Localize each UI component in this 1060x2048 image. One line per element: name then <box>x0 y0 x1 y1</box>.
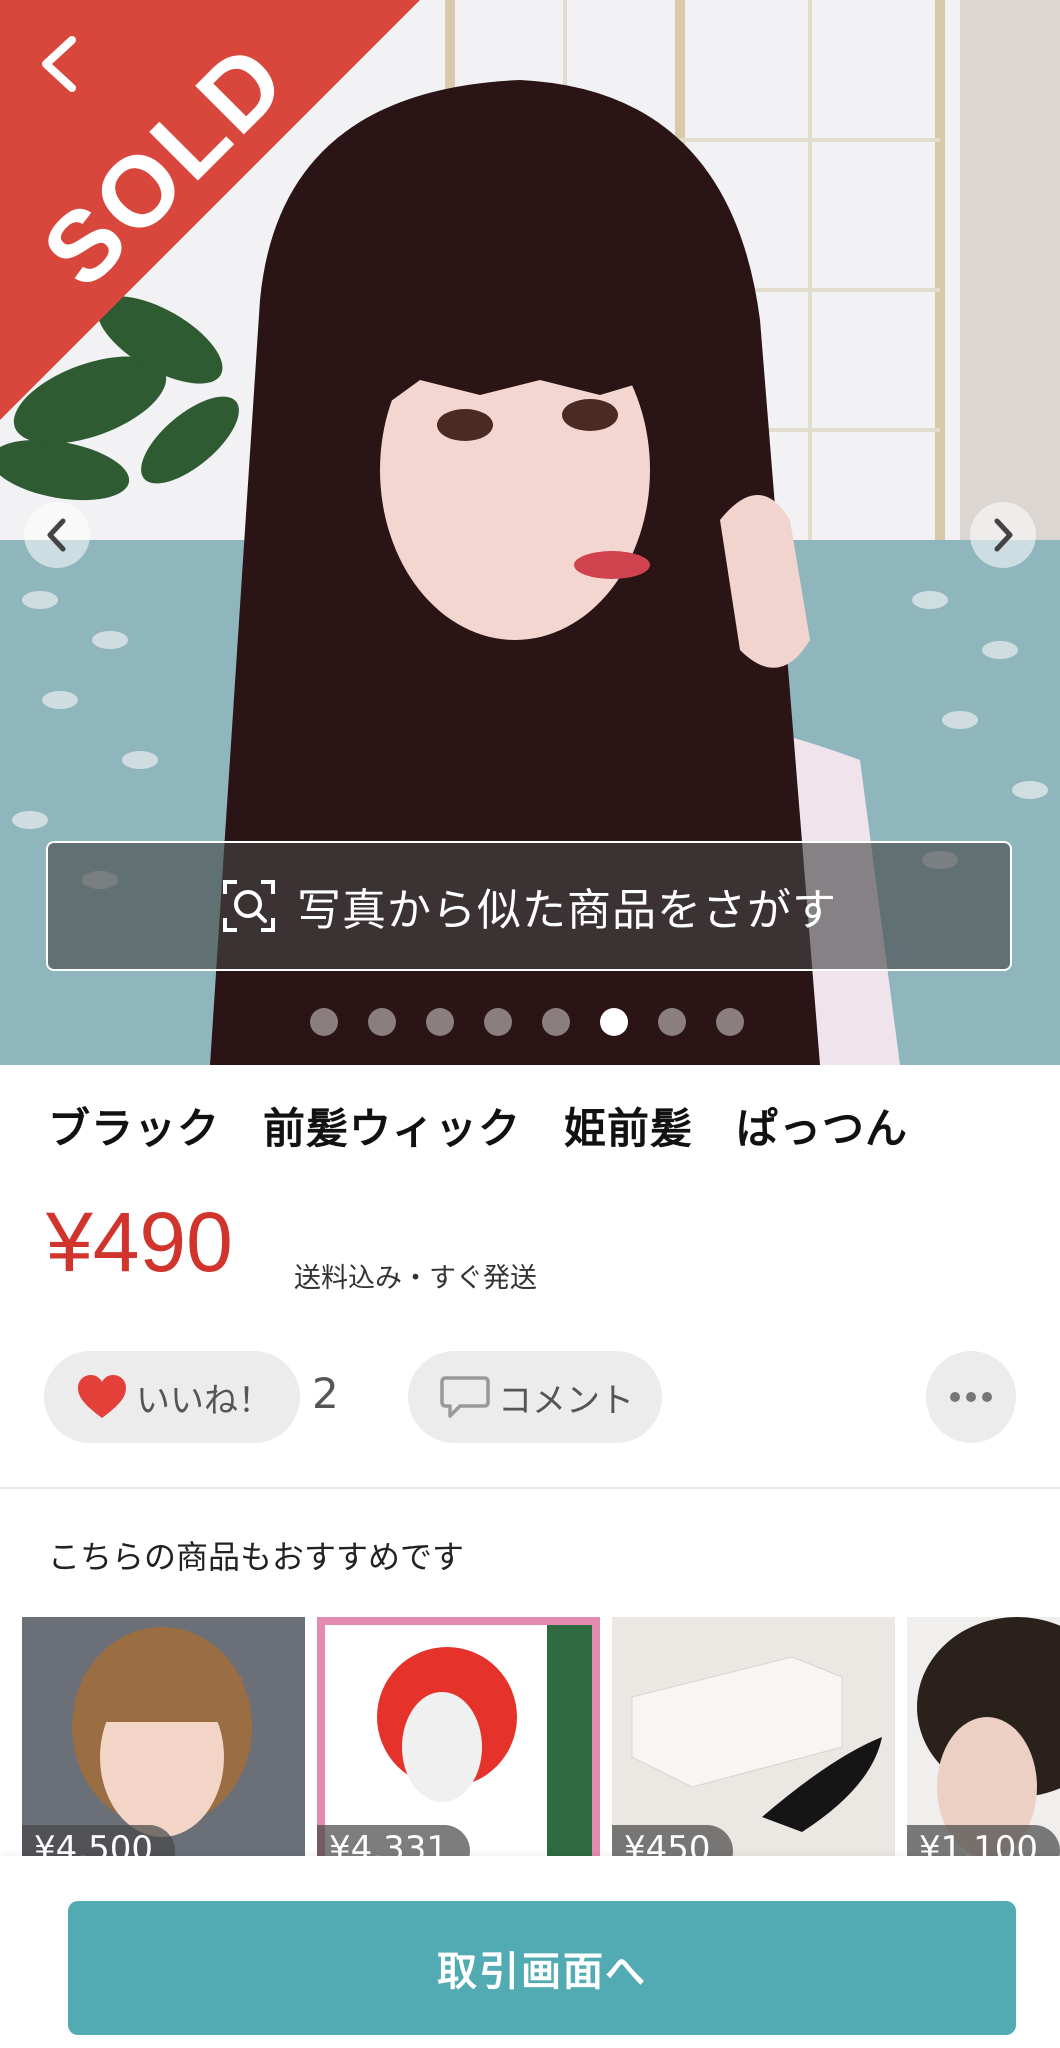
shipping-note: 送料込み・すぐ発送 <box>294 1263 537 1294</box>
carousel-dot[interactable] <box>368 1008 396 1036</box>
recommend-heading: こちらの商品もおすすめです <box>48 1538 465 1576</box>
carousel-prev-button[interactable] <box>24 502 90 568</box>
product-price: ¥490 <box>46 1195 233 1289</box>
carousel-dot[interactable] <box>426 1008 454 1036</box>
like-count: 2 <box>312 1369 339 1418</box>
comment-button[interactable]: コメント <box>408 1351 662 1443</box>
carousel-dot[interactable] <box>484 1008 512 1036</box>
recommend-price: ¥4,500 <box>22 1825 175 1857</box>
recommend-item[interactable]: ¥4,500 <box>22 1617 305 1857</box>
recommend-item[interactable]: ¥450 <box>612 1617 895 1857</box>
comment-label: コメント <box>498 1380 634 1421</box>
divider <box>0 1487 1060 1489</box>
recommend-item[interactable]: ¥1,100 <box>907 1617 1060 1857</box>
like-button[interactable]: いいね！ <box>44 1351 300 1443</box>
image-search-icon <box>223 880 275 932</box>
search-similar-label: 写真から似た商品をさがす <box>297 885 837 936</box>
chevron-left-icon <box>47 518 66 552</box>
search-similar-button[interactable]: 写真から似た商品をさがす <box>46 841 1012 971</box>
recommend-item-image <box>317 1617 600 1857</box>
recommend-price: ¥1,100 <box>907 1825 1060 1857</box>
comment-icon <box>440 1376 490 1418</box>
carousel-next-button[interactable] <box>970 502 1036 568</box>
carousel-dot[interactable] <box>658 1008 686 1036</box>
like-label: いいね！ <box>136 1380 272 1421</box>
back-chevron-icon <box>42 36 76 92</box>
carousel-dot-active[interactable] <box>600 1008 628 1036</box>
recommend-item-image <box>612 1617 895 1857</box>
go-to-transaction-button[interactable]: 取引画面へ <box>68 1901 1016 2035</box>
carousel-dot[interactable] <box>542 1008 570 1036</box>
chevron-right-icon <box>994 518 1013 552</box>
heart-icon <box>78 1375 126 1418</box>
carousel-dot[interactable] <box>716 1008 744 1036</box>
recommend-list: ¥4,500 ¥4,331 ¥450 ¥1,100 <box>22 1617 1060 1857</box>
carousel-dot[interactable] <box>310 1008 338 1036</box>
recommend-item[interactable]: ¥4,331 <box>317 1617 600 1857</box>
more-options-button[interactable] <box>926 1351 1016 1443</box>
recommend-item-image <box>22 1617 305 1857</box>
recommend-price: ¥4,331 <box>317 1825 470 1857</box>
product-title: ブラック 前髪ウィック 姫前髪 ぱっつん <box>48 1104 909 1153</box>
recommend-price: ¥450 <box>612 1825 733 1857</box>
back-button[interactable] <box>30 28 90 98</box>
more-dots-icon <box>950 1392 992 1402</box>
recommend-item-image <box>907 1617 1060 1857</box>
carousel-dots <box>310 1008 744 1036</box>
product-image-carousel[interactable]: SOLD 写真から似た商品をさがす <box>0 0 1060 1065</box>
